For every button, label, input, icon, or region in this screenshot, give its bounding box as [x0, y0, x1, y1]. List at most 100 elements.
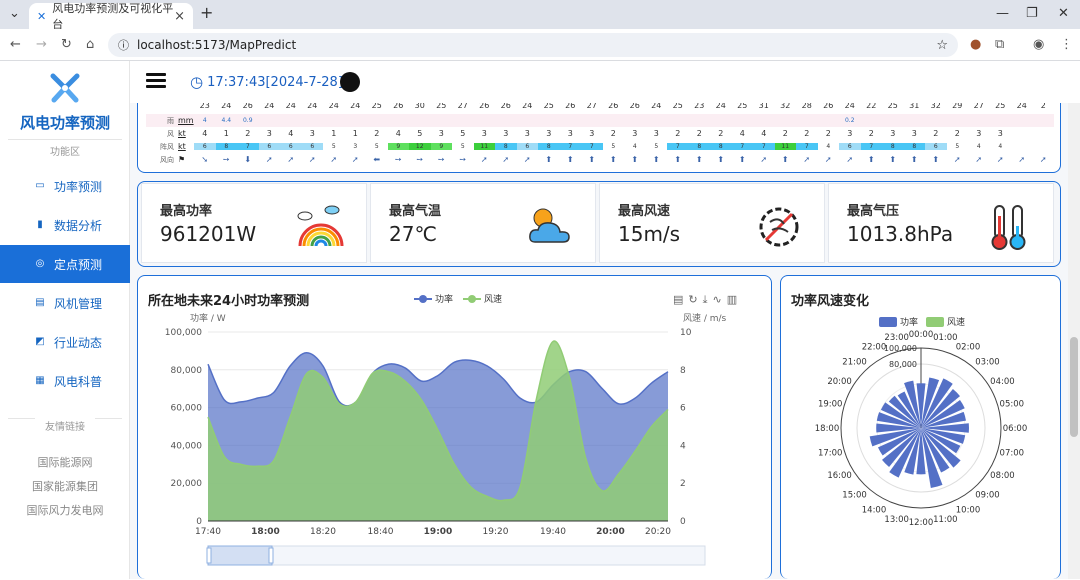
- polar-angle-label: 01:00: [933, 333, 958, 343]
- cookie-extension-icon[interactable]: ●: [970, 37, 981, 52]
- gust-cell: 5: [460, 143, 465, 150]
- sidebar-item-data-analysis[interactable]: ▮ 数据分析: [0, 206, 130, 244]
- link-item[interactable]: 国际能源网: [0, 454, 130, 470]
- rain-cell: [775, 117, 797, 124]
- rain-cell: [796, 117, 818, 124]
- new-tab-icon[interactable]: +: [200, 3, 213, 22]
- polar-angle-label: 00:00: [909, 330, 934, 340]
- temp-cell: 24: [651, 103, 662, 110]
- wind-cell: 3: [890, 129, 896, 138]
- rain-cell: 0.9: [242, 117, 253, 124]
- url-text: localhost:5173/MapPredict: [137, 38, 297, 52]
- gust-cell: 7: [796, 143, 818, 150]
- links-section-label: 友情链接: [35, 418, 95, 433]
- gust-cell: 4: [998, 143, 1003, 150]
- sidebar-item-power-forecast[interactable]: ▭ 功率预测: [0, 167, 130, 205]
- sidebar-item-point-forecast[interactable]: ◎ 定点预测: [0, 245, 130, 283]
- sidebar-item-turbine-management[interactable]: ▤ 风机管理: [0, 284, 130, 322]
- gust-cell: 7: [731, 143, 753, 150]
- address-bar[interactable]: ⓘ localhost:5173/MapPredict ☆: [108, 33, 958, 57]
- stat-label: 最高功率: [160, 204, 213, 219]
- direction-cell: ➙: [222, 155, 230, 164]
- rain-cell: 0.2: [844, 117, 855, 124]
- sidebar-item-industry-news[interactable]: ◩ 行业动态: [0, 323, 130, 361]
- rain-cell: [882, 117, 904, 124]
- y-tick-label: 20,000: [171, 479, 203, 489]
- gust-cell: 9: [387, 143, 409, 150]
- stat-value: 961201W: [160, 222, 257, 246]
- menu-toggle-icon[interactable]: [146, 73, 166, 89]
- clock-icon: ◷: [190, 73, 204, 91]
- direction-cell: ⬆: [910, 155, 918, 164]
- rain-cell: [1033, 117, 1055, 124]
- direction-cell: ⬆: [588, 155, 596, 164]
- profile-icon[interactable]: ◉: [1033, 37, 1044, 52]
- gust-cell: 7: [667, 143, 689, 150]
- temp-cell: 25: [436, 103, 447, 110]
- site-info-icon[interactable]: ⓘ: [118, 37, 129, 53]
- browser-tab[interactable]: ✕ 风电功率预测及可视化平台 ×: [29, 2, 193, 31]
- rain-cell: 4: [202, 117, 207, 124]
- maximize-icon[interactable]: ❐: [1026, 6, 1038, 21]
- sidebar-item-label: 行业动态: [54, 335, 103, 350]
- link-item[interactable]: 国际风力发电网: [0, 502, 130, 518]
- wind-cell: 3: [438, 129, 444, 138]
- reload-icon[interactable]: ↻: [61, 37, 72, 52]
- rain-cell: [259, 117, 281, 124]
- browser-menu-icon[interactable]: ⋮: [1060, 37, 1073, 52]
- x-tick-label: 18:40: [368, 527, 394, 537]
- stat-card-wind-speed: 最高风速 15m/s: [599, 183, 825, 263]
- polar-angle-label: 17:00: [818, 448, 843, 458]
- wind-cell: [1033, 129, 1055, 138]
- extensions-icon[interactable]: ⧉: [995, 37, 1004, 52]
- bookmark-star-icon[interactable]: ☆: [936, 38, 948, 53]
- direction-cell: ➘: [201, 155, 209, 164]
- wind-cell: 1: [352, 129, 358, 138]
- y-tick-label: 0: [196, 517, 202, 527]
- rain-cell: [968, 117, 990, 124]
- tab-list-icon[interactable]: ⌄: [9, 6, 20, 21]
- direction-cell: ⬆: [738, 155, 746, 164]
- gust-cell: 12: [409, 143, 431, 150]
- wind-cell: 3: [524, 129, 530, 138]
- sidebar-item-label: 风机管理: [54, 296, 103, 311]
- forward-icon[interactable]: →: [36, 37, 47, 52]
- direction-cell: ➚: [846, 155, 854, 164]
- temp-cell: 23: [694, 103, 705, 110]
- polar-angle-label: 11:00: [933, 515, 958, 525]
- scrollbar[interactable]: [1068, 103, 1080, 579]
- rain-cell: [280, 117, 302, 124]
- close-window-icon[interactable]: ✕: [1058, 6, 1069, 21]
- document-icon: ▤: [35, 297, 45, 308]
- gust-cell: 6: [925, 143, 947, 150]
- back-icon[interactable]: ←: [10, 37, 21, 52]
- link-item[interactable]: 国家能源集团: [0, 478, 130, 494]
- clock-text: 17:37:43[2024-7-28]: [207, 74, 343, 90]
- temp-cell: 24: [350, 103, 361, 110]
- wind-row: 风 kt 4 1 2 3 4 3 1 1 2 4 5 3 5 3 3 3 3 3 3 2 3 3 2 2 2 4 4 2 2 2 3 2 3 3 2 2 3…: [146, 127, 1054, 140]
- polar-angle-label: 05:00: [1000, 400, 1025, 410]
- x-tick-label: 18:20: [310, 527, 336, 537]
- sidebar-item-wind-science[interactable]: ▦ 风电科普: [0, 362, 130, 400]
- polar-angle-label: 16:00: [827, 471, 852, 481]
- polar-angle-label: 02:00: [956, 343, 981, 353]
- wind-cell: 3: [481, 129, 487, 138]
- wind-cell: 2: [782, 129, 788, 138]
- minimize-icon[interactable]: —: [996, 6, 1009, 21]
- y-tick-label: 2: [680, 479, 686, 489]
- polar-angle-label: 03:00: [975, 358, 1000, 368]
- data-zoom-handle-right: [268, 547, 274, 564]
- temp-cell: 26: [393, 103, 404, 110]
- rain-cell: [603, 117, 625, 124]
- x-tick-label: 19:00: [424, 527, 453, 537]
- temp-cell: 27: [457, 103, 468, 110]
- home-icon[interactable]: ⌂: [86, 37, 94, 52]
- power-forecast-chart[interactable]: 功率 / W 风速 / m/s 0 0 20,000 2 40,000 4 60,000 6 80,…: [138, 276, 773, 580]
- power-wind-polar-chart[interactable]: 80,000 100,000 00:00 01:0002:00 03:00 04:00 05…: [781, 276, 1062, 580]
- wind-cell: [1011, 129, 1033, 138]
- gust-cell: 8: [215, 143, 237, 150]
- close-tab-icon[interactable]: ×: [174, 9, 185, 24]
- monitor-icon: ▭: [35, 180, 45, 191]
- gust-cell: 7: [581, 143, 603, 150]
- github-icon[interactable]: [340, 72, 360, 92]
